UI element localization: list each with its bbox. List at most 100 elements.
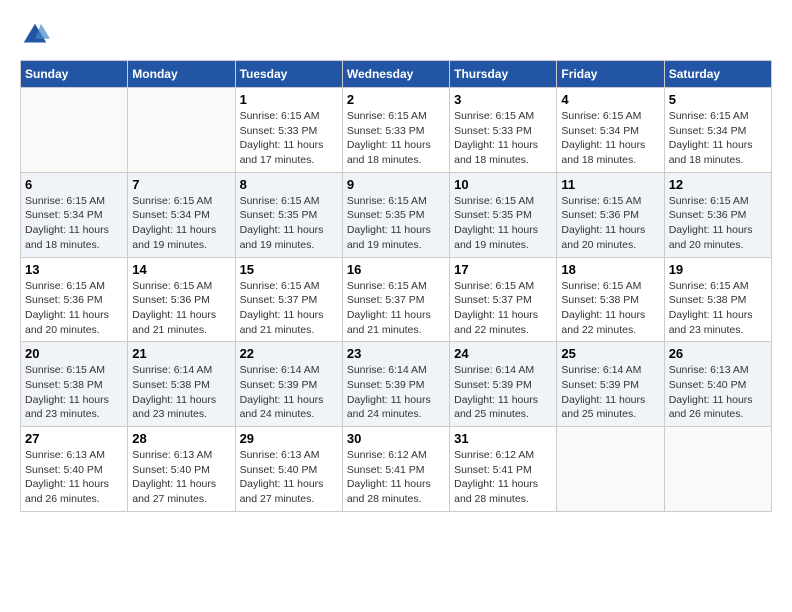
day-info: Sunrise: 6:15 AMSunset: 5:38 PMDaylight:… <box>669 279 767 338</box>
day-number: 30 <box>347 431 445 446</box>
calendar-cell: 19 Sunrise: 6:15 AMSunset: 5:38 PMDayligh… <box>664 257 771 342</box>
column-header-tuesday: Tuesday <box>235 61 342 88</box>
calendar-cell: 15Sunrise: 6:15 AMSunset: 5:37 PMDayligh… <box>235 257 342 342</box>
day-number: 17 <box>454 262 552 277</box>
day-number: 18 <box>561 262 659 277</box>
calendar-cell: 2 Sunrise: 6:15 AMSunset: 5:33 PMDaylight… <box>342 88 449 173</box>
page-header <box>20 20 772 50</box>
day-number: 27 <box>25 431 123 446</box>
day-info: Sunrise: 6:14 AMSunset: 5:39 PMDaylight:… <box>561 363 659 422</box>
day-number: 12 <box>669 177 767 192</box>
calendar-cell: 26Sunrise: 6:13 AMSunset: 5:40 PMDayligh… <box>664 342 771 427</box>
calendar-cell: 12 Sunrise: 6:15 AMSunset: 5:36 PMDayligh… <box>664 172 771 257</box>
calendar-cell <box>21 88 128 173</box>
calendar-cell: 25 Sunrise: 6:14 AMSunset: 5:39 PMDayligh… <box>557 342 664 427</box>
day-number: 4 <box>561 92 659 107</box>
day-info: Sunrise: 6:15 AMSunset: 5:35 PMDaylight:… <box>347 194 445 253</box>
calendar-cell <box>128 88 235 173</box>
day-number: 7 <box>132 177 230 192</box>
calendar-cell: 9 Sunrise: 6:15 AMSunset: 5:35 PMDaylight… <box>342 172 449 257</box>
calendar-cell: 17 Sunrise: 6:15 AMSunset: 5:37 PMDayligh… <box>450 257 557 342</box>
column-header-sunday: Sunday <box>21 61 128 88</box>
calendar-week-row: 1Sunrise: 6:15 AMSunset: 5:33 PMDaylight… <box>21 88 772 173</box>
day-number: 31 <box>454 431 552 446</box>
calendar-week-row: 20 Sunrise: 6:15 AMSunset: 5:38 PMDayligh… <box>21 342 772 427</box>
day-info: Sunrise: 6:14 AMSunset: 5:39 PMDaylight:… <box>347 363 445 422</box>
day-info: Sunrise: 6:15 AMSunset: 5:34 PMDaylight:… <box>25 194 123 253</box>
day-number: 29 <box>240 431 338 446</box>
column-header-wednesday: Wednesday <box>342 61 449 88</box>
calendar-cell <box>557 427 664 512</box>
column-header-saturday: Saturday <box>664 61 771 88</box>
day-info: Sunrise: 6:15 AMSunset: 5:38 PMDaylight:… <box>561 279 659 338</box>
calendar-cell: 18 Sunrise: 6:15 AMSunset: 5:38 PMDayligh… <box>557 257 664 342</box>
calendar-cell: 11 Sunrise: 6:15 AMSunset: 5:36 PMDayligh… <box>557 172 664 257</box>
day-number: 21 <box>132 346 230 361</box>
day-number: 5 <box>669 92 767 107</box>
calendar-cell: 28 Sunrise: 6:13 AMSunset: 5:40 PMDayligh… <box>128 427 235 512</box>
calendar-cell: 16 Sunrise: 6:15 AMSunset: 5:37 PMDayligh… <box>342 257 449 342</box>
calendar-cell: 6 Sunrise: 6:15 AMSunset: 5:34 PMDaylight… <box>21 172 128 257</box>
day-number: 14 <box>132 262 230 277</box>
calendar-cell: 1Sunrise: 6:15 AMSunset: 5:33 PMDaylight… <box>235 88 342 173</box>
calendar-cell <box>664 427 771 512</box>
calendar-week-row: 13 Sunrise: 6:15 AMSunset: 5:36 PMDayligh… <box>21 257 772 342</box>
day-info: Sunrise: 6:12 AMSunset: 5:41 PMDaylight:… <box>347 448 445 507</box>
calendar-cell: 20 Sunrise: 6:15 AMSunset: 5:38 PMDayligh… <box>21 342 128 427</box>
calendar-cell: 21 Sunrise: 6:14 AMSunset: 5:38 PMDayligh… <box>128 342 235 427</box>
calendar-week-row: 27 Sunrise: 6:13 AMSunset: 5:40 PMDayligh… <box>21 427 772 512</box>
day-number: 13 <box>25 262 123 277</box>
calendar-cell: 5 Sunrise: 6:15 AMSunset: 5:34 PMDaylight… <box>664 88 771 173</box>
day-info: Sunrise: 6:15 AMSunset: 5:36 PMDaylight:… <box>561 194 659 253</box>
calendar-cell: 22Sunrise: 6:14 AMSunset: 5:39 PMDayligh… <box>235 342 342 427</box>
column-header-friday: Friday <box>557 61 664 88</box>
calendar-cell: 27Sunrise: 6:13 AMSunset: 5:40 PMDayligh… <box>21 427 128 512</box>
day-info: Sunrise: 6:12 AMSunset: 5:41 PMDaylight:… <box>454 448 552 507</box>
calendar-week-row: 6 Sunrise: 6:15 AMSunset: 5:34 PMDaylight… <box>21 172 772 257</box>
day-number: 25 <box>561 346 659 361</box>
day-info: Sunrise: 6:15 AMSunset: 5:37 PMDaylight:… <box>454 279 552 338</box>
calendar-cell: 30 Sunrise: 6:12 AMSunset: 5:41 PMDayligh… <box>342 427 449 512</box>
day-number: 8 <box>240 177 338 192</box>
calendar-table: SundayMondayTuesdayWednesdayThursdayFrid… <box>20 60 772 512</box>
calendar-cell: 23 Sunrise: 6:14 AMSunset: 5:39 PMDayligh… <box>342 342 449 427</box>
day-number: 9 <box>347 177 445 192</box>
calendar-cell: 10Sunrise: 6:15 AMSunset: 5:35 PMDayligh… <box>450 172 557 257</box>
day-info: Sunrise: 6:15 AMSunset: 5:35 PMDaylight:… <box>454 194 552 253</box>
day-number: 24 <box>454 346 552 361</box>
day-info: Sunrise: 6:15 AMSunset: 5:33 PMDaylight:… <box>240 109 338 168</box>
calendar-cell: 7 Sunrise: 6:15 AMSunset: 5:34 PMDaylight… <box>128 172 235 257</box>
day-info: Sunrise: 6:15 AMSunset: 5:34 PMDaylight:… <box>561 109 659 168</box>
day-info: Sunrise: 6:13 AMSunset: 5:40 PMDaylight:… <box>669 363 767 422</box>
day-info: Sunrise: 6:15 AMSunset: 5:37 PMDaylight:… <box>240 279 338 338</box>
day-info: Sunrise: 6:15 AMSunset: 5:36 PMDaylight:… <box>669 194 767 253</box>
day-info: Sunrise: 6:15 AMSunset: 5:34 PMDaylight:… <box>669 109 767 168</box>
calendar-cell: 24 Sunrise: 6:14 AMSunset: 5:39 PMDayligh… <box>450 342 557 427</box>
day-info: Sunrise: 6:15 AMSunset: 5:34 PMDaylight:… <box>132 194 230 253</box>
day-info: Sunrise: 6:14 AMSunset: 5:39 PMDaylight:… <box>240 363 338 422</box>
day-info: Sunrise: 6:15 AMSunset: 5:33 PMDaylight:… <box>347 109 445 168</box>
logo-icon <box>20 20 50 50</box>
day-number: 28 <box>132 431 230 446</box>
column-header-monday: Monday <box>128 61 235 88</box>
day-number: 6 <box>25 177 123 192</box>
day-info: Sunrise: 6:14 AMSunset: 5:38 PMDaylight:… <box>132 363 230 422</box>
day-number: 23 <box>347 346 445 361</box>
day-number: 11 <box>561 177 659 192</box>
day-number: 3 <box>454 92 552 107</box>
day-info: Sunrise: 6:15 AMSunset: 5:38 PMDaylight:… <box>25 363 123 422</box>
day-info: Sunrise: 6:15 AMSunset: 5:36 PMDaylight:… <box>25 279 123 338</box>
day-number: 19 <box>669 262 767 277</box>
logo <box>20 20 54 50</box>
calendar-cell: 29 Sunrise: 6:13 AMSunset: 5:40 PMDayligh… <box>235 427 342 512</box>
day-number: 2 <box>347 92 445 107</box>
day-info: Sunrise: 6:13 AMSunset: 5:40 PMDaylight:… <box>240 448 338 507</box>
calendar-cell: 14Sunrise: 6:15 AMSunset: 5:36 PMDayligh… <box>128 257 235 342</box>
calendar-cell: 3Sunrise: 6:15 AMSunset: 5:33 PMDaylight… <box>450 88 557 173</box>
day-number: 16 <box>347 262 445 277</box>
calendar-cell: 31 Sunrise: 6:12 AMSunset: 5:41 PMDayligh… <box>450 427 557 512</box>
day-info: Sunrise: 6:13 AMSunset: 5:40 PMDaylight:… <box>132 448 230 507</box>
day-number: 20 <box>25 346 123 361</box>
day-info: Sunrise: 6:14 AMSunset: 5:39 PMDaylight:… <box>454 363 552 422</box>
day-info: Sunrise: 6:15 AMSunset: 5:37 PMDaylight:… <box>347 279 445 338</box>
